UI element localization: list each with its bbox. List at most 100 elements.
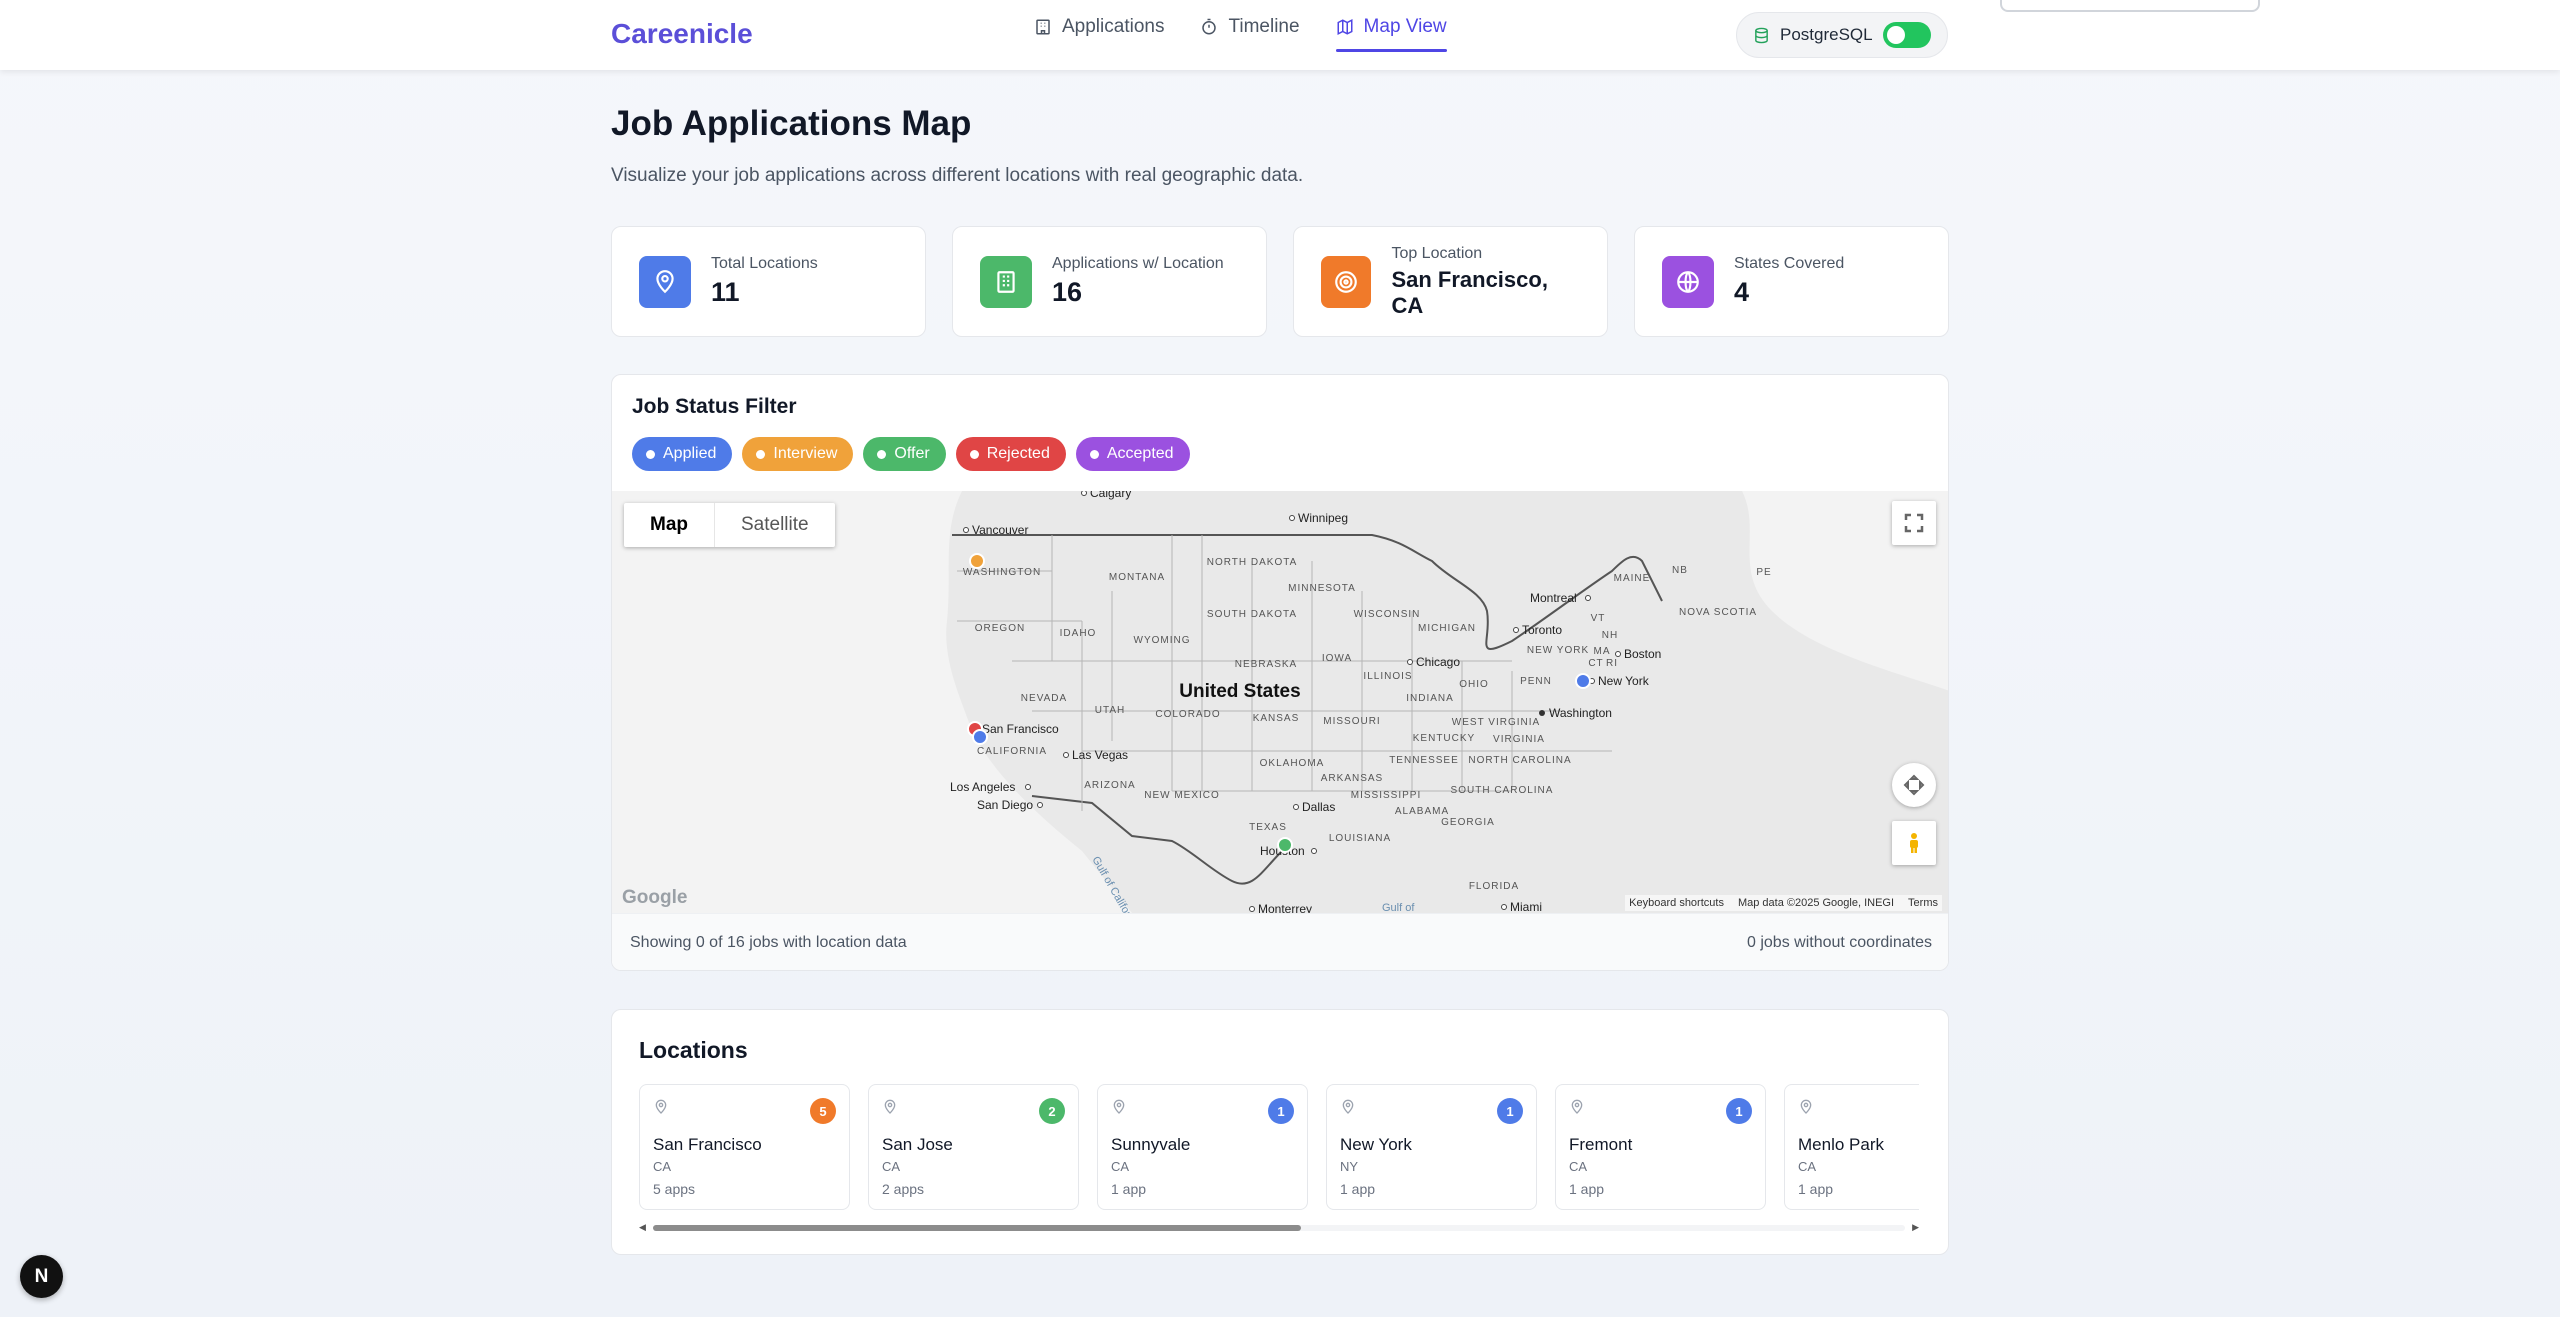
state-label: PE — [1756, 567, 1771, 578]
location-item-menlo-park[interactable]: Menlo Park CA 1 app — [1784, 1084, 1919, 1210]
state-label: SOUTH DAKOTA — [1207, 609, 1297, 620]
state-label: NORTH DAKOTA — [1207, 557, 1298, 568]
chip-dot — [646, 449, 655, 459]
database-toggle-pill: PostgreSQL — [1736, 12, 1948, 58]
camera-control-button[interactable] — [1892, 763, 1936, 807]
database-toggle[interactable] — [1883, 22, 1931, 48]
job-marker[interactable] — [972, 729, 988, 745]
location-item-new-york[interactable]: 1 New York NY 1 app — [1326, 1084, 1537, 1210]
pin-icon — [884, 1099, 896, 1114]
street-view-pegman[interactable] — [1892, 821, 1936, 865]
city-label: Chicago — [1416, 655, 1460, 669]
state-label: ALABAMA — [1395, 806, 1449, 817]
city-label: Los Angeles — [950, 780, 1015, 794]
keyboard-shortcuts-link[interactable]: Keyboard shortcuts — [1629, 897, 1724, 909]
stat-icon-box — [1662, 255, 1714, 308]
nav-map-view[interactable]: Map View — [1335, 0, 1447, 54]
state-label: KENTUCKY — [1413, 733, 1475, 744]
location-state: CA — [1569, 1159, 1588, 1174]
state-label: NEW YORK — [1527, 645, 1589, 656]
locations-list: 5 San Francisco CA 5 apps 2 San Jose CA … — [639, 1084, 1919, 1210]
status-filter-chips: Applied Interview Offer Rejected Accepte… — [632, 437, 1190, 471]
water-label: Gulf of — [1382, 902, 1415, 913]
scroll-thumb[interactable] — [653, 1225, 1301, 1231]
state-label: NH — [1602, 630, 1618, 641]
city-label: New York — [1598, 674, 1650, 688]
count-badge: 2 — [1039, 1098, 1065, 1124]
stat-applications-with-location: Applications w/ Location 16 — [952, 226, 1267, 337]
dev-tools-badge[interactable]: N — [20, 1255, 63, 1298]
city-label: Toronto — [1522, 623, 1562, 637]
job-marker[interactable] — [1277, 837, 1293, 853]
location-city: Fremont — [1569, 1135, 1633, 1154]
showing-count: Showing 0 of 16 jobs with location data — [630, 934, 907, 951]
stats-row: Total Locations 11 Applications w/ Locat… — [611, 226, 1949, 337]
nav-timeline[interactable]: Timeline — [1200, 0, 1300, 54]
stat-total-locations: Total Locations 11 — [611, 226, 926, 337]
location-city: New York — [1340, 1135, 1412, 1154]
city-label: Montreal — [1530, 591, 1577, 605]
chip-label: Interview — [773, 445, 838, 462]
state-label: NORTH CAROLINA — [1468, 755, 1571, 766]
stat-top-location: Top Location San Francisco, CA — [1293, 226, 1608, 337]
city-label: Dallas — [1302, 800, 1335, 814]
location-item-fremont[interactable]: 1 Fremont CA 1 app — [1555, 1084, 1766, 1210]
nav-applications[interactable]: Applications — [1034, 0, 1164, 54]
stat-value: 16 — [1052, 277, 1083, 307]
map-canvas[interactable]: WASHINGTON MONTANA NORTH DAKOTA MINNESOT… — [612, 491, 1948, 913]
stat-icon-box — [1321, 255, 1372, 308]
location-state: CA — [653, 1159, 672, 1174]
state-label: NB — [1672, 565, 1688, 576]
city-label: Las Vegas — [1072, 748, 1128, 762]
state-label: NEW MEXICO — [1144, 790, 1220, 801]
stat-value: San Francisco, CA — [1391, 266, 1548, 318]
pin-icon — [1571, 1099, 1583, 1114]
nav-map-view-label: Map View — [1363, 16, 1447, 37]
location-apps: 2 apps — [882, 1181, 925, 1197]
chip-offer[interactable]: Offer — [863, 437, 946, 471]
city-label: Winnipeg — [1298, 511, 1348, 525]
stat-label: States Covered — [1734, 255, 1845, 272]
location-apps: 1 app — [1569, 1181, 1605, 1197]
building-icon — [1036, 19, 1050, 35]
chip-rejected[interactable]: Rejected — [955, 437, 1066, 471]
location-state: CA — [1111, 1159, 1130, 1174]
chip-dot — [756, 449, 766, 459]
job-marker[interactable] — [969, 553, 985, 569]
terms-link[interactable]: Terms — [1908, 897, 1938, 909]
map-type-map[interactable]: Map — [624, 503, 715, 547]
scroll-left-icon[interactable]: ◀ — [639, 1222, 646, 1233]
nav-applications-label: Applications — [1062, 16, 1165, 37]
location-item-san-jose[interactable]: 2 San Jose CA 2 apps — [868, 1084, 1079, 1210]
fullscreen-button[interactable] — [1892, 501, 1936, 545]
location-city: Menlo Park — [1798, 1135, 1884, 1154]
map-type-satellite[interactable]: Satellite — [715, 503, 835, 547]
chip-interview[interactable]: Interview — [742, 437, 854, 471]
city-label: Miami — [1510, 900, 1542, 913]
state-label: WASHINGTON — [963, 567, 1041, 578]
city-label: Calgary — [1090, 491, 1131, 500]
map-icon — [1337, 19, 1353, 35]
location-item-sunnyvale[interactable]: 1 Sunnyvale CA 1 app — [1097, 1084, 1308, 1210]
state-label: GEORGIA — [1441, 817, 1495, 828]
horizontal-scrollbar[interactable]: ◀ ▶ — [639, 1222, 1919, 1232]
pin-icon — [1342, 1099, 1354, 1114]
pin-icon — [655, 1099, 667, 1114]
state-label: INDIANA — [1406, 693, 1454, 704]
chip-label: Applied — [663, 445, 717, 462]
chip-accepted[interactable]: Accepted — [1075, 437, 1190, 471]
job-marker[interactable] — [1575, 673, 1591, 689]
chip-applied[interactable]: Applied — [632, 437, 733, 471]
state-label: MISSOURI — [1323, 716, 1380, 727]
location-item-san-francisco[interactable]: 5 San Francisco CA 5 apps — [639, 1084, 850, 1210]
chip-dot — [969, 449, 979, 459]
brand-logo[interactable]: Careenicle — [611, 18, 753, 50]
state-label: MISSISSIPPI — [1351, 790, 1421, 801]
state-label: OHIO — [1459, 679, 1489, 690]
google-logo: Google — [622, 887, 688, 908]
state-label: IOWA — [1322, 653, 1352, 664]
stat-icon-box — [980, 255, 1032, 308]
city-label: San Francisco — [982, 722, 1059, 736]
scroll-right-icon[interactable]: ▶ — [1912, 1222, 1919, 1233]
location-city: Sunnyvale — [1111, 1135, 1191, 1154]
